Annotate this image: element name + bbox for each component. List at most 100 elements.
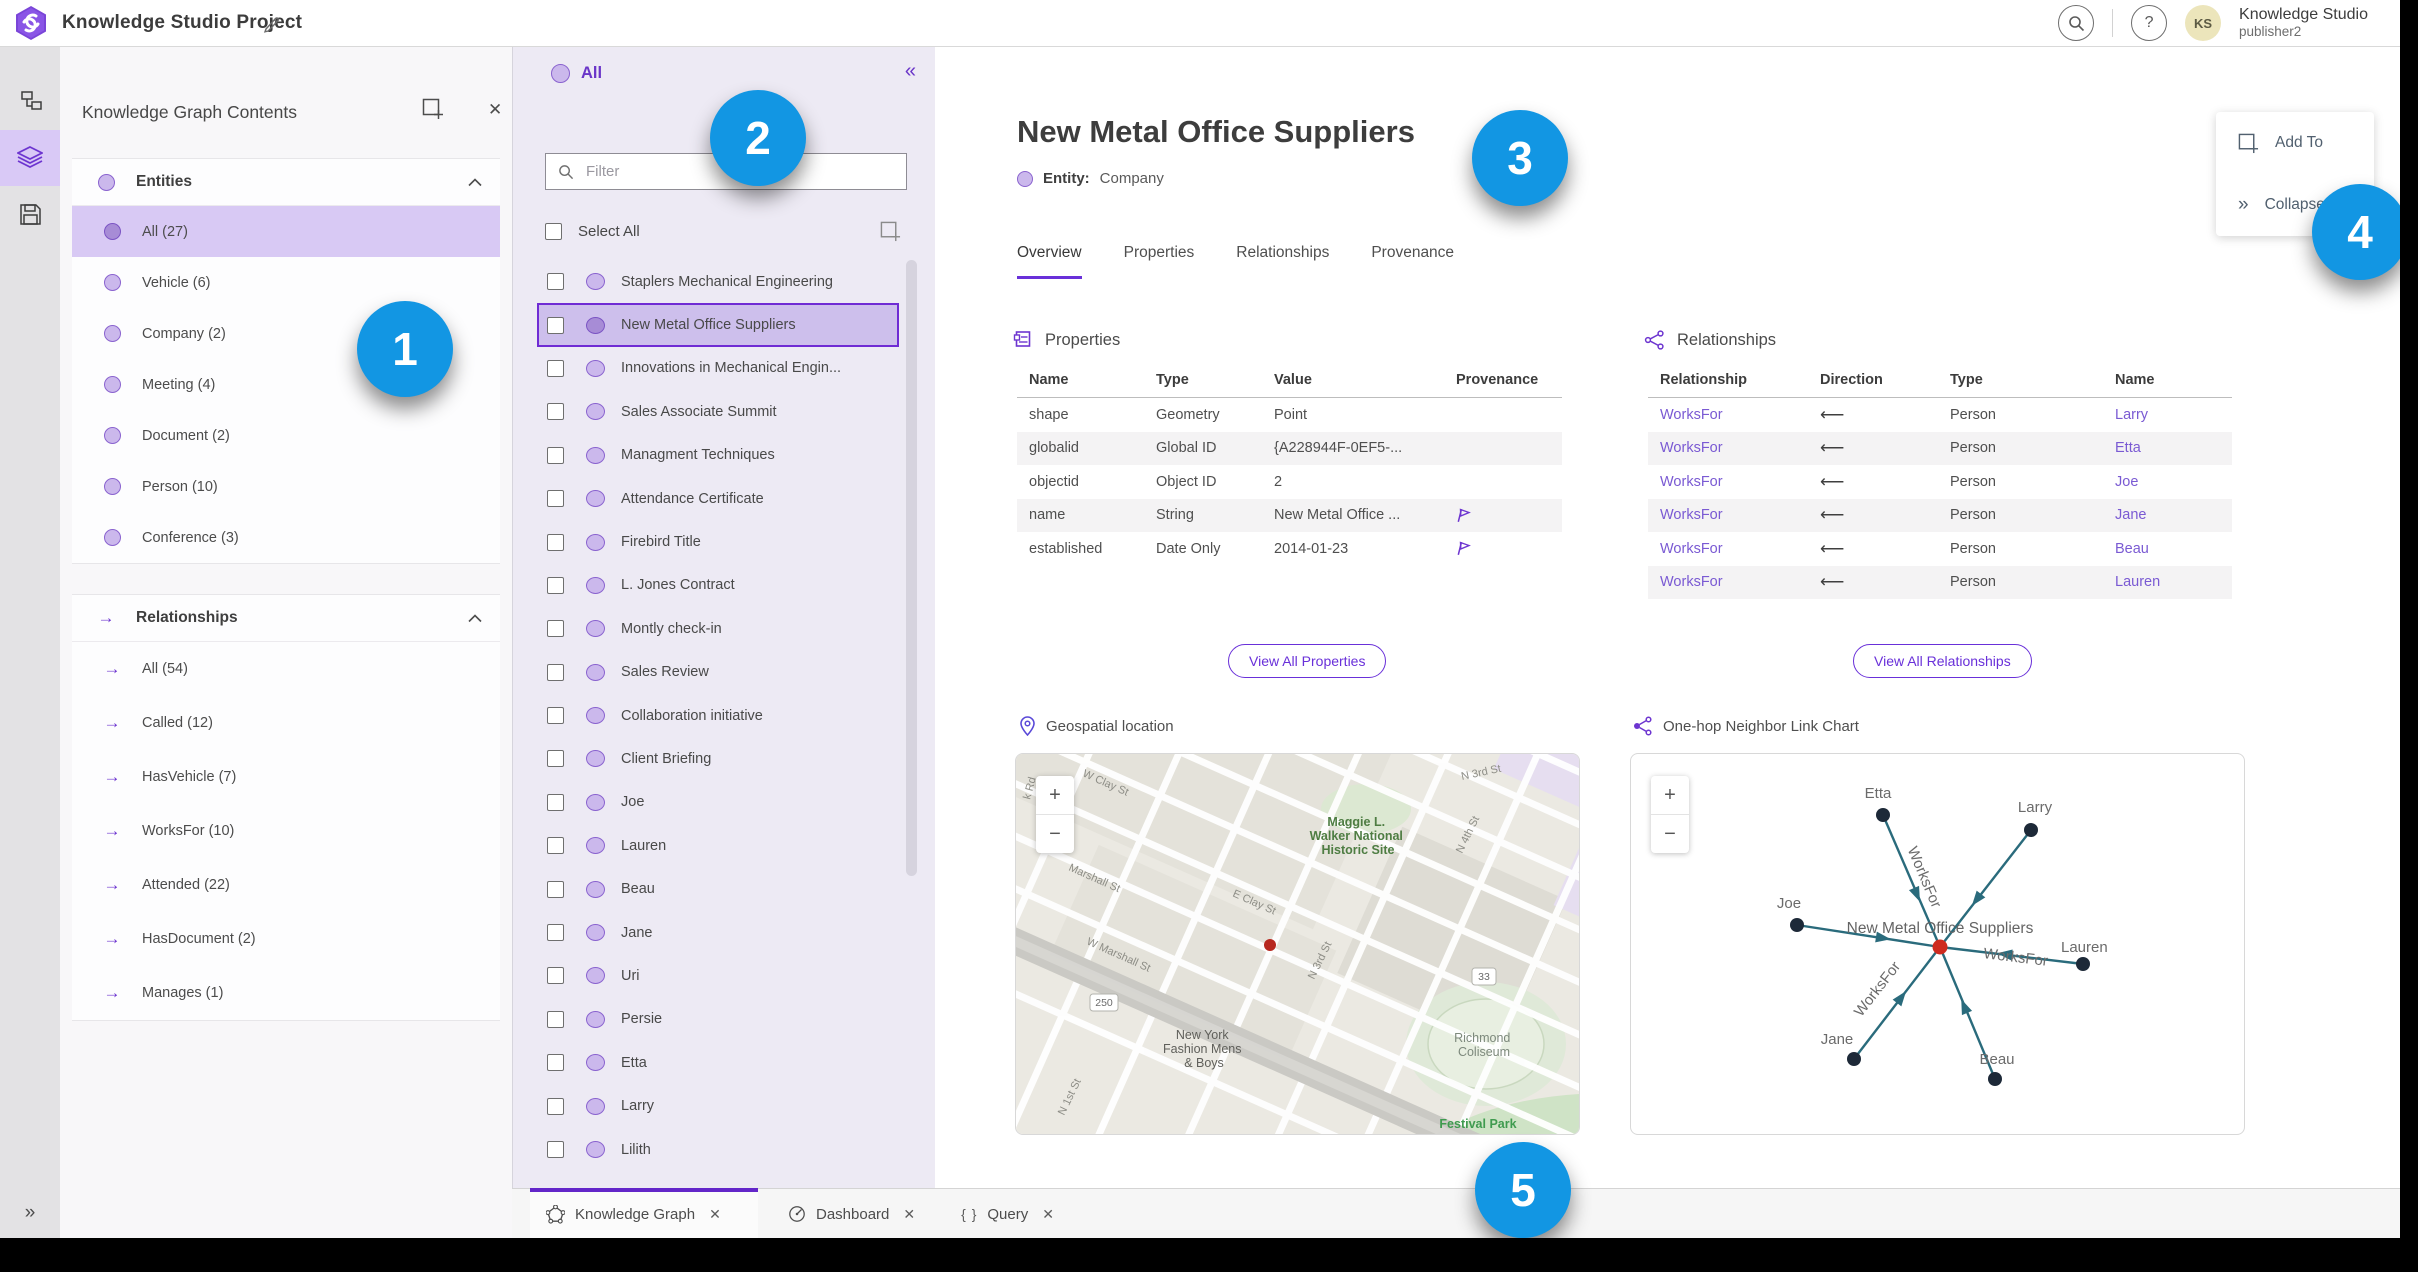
link-chart[interactable]: + − Etta Larry Joe Lauren Jane Beau New … xyxy=(1630,753,2245,1135)
avatar[interactable]: KS xyxy=(2185,5,2222,41)
item-checkbox[interactable] xyxy=(547,924,564,942)
relationship-link[interactable]: WorksFor xyxy=(1660,574,1723,590)
relationship-link[interactable]: WorksFor xyxy=(1660,407,1723,423)
entity-type-item[interactable]: Document (2) xyxy=(72,410,500,461)
edit-title-icon[interactable] xyxy=(262,13,282,33)
relationship-type-item[interactable]: → Attended (22) xyxy=(72,858,500,912)
geospatial-map[interactable]: + − k Rd W Clay St E Clay St Marshall St… xyxy=(1015,753,1580,1135)
item-checkbox[interactable] xyxy=(547,273,564,291)
list-item[interactable]: New Metal Office Suppliers xyxy=(537,303,899,347)
relationship-type-item[interactable]: → WorksFor (10) xyxy=(72,804,500,858)
item-checkbox[interactable] xyxy=(547,1054,564,1072)
node-center-company[interactable] xyxy=(1932,939,1948,955)
user-info[interactable]: Knowledge Studio publisher2 xyxy=(2239,6,2368,40)
tab-provenance[interactable]: Provenance xyxy=(1371,244,1454,279)
zoom-out-button[interactable]: − xyxy=(1036,815,1074,853)
add-to-button[interactable]: Add To xyxy=(2216,112,2374,174)
node-etta[interactable] xyxy=(1876,808,1890,822)
list-item[interactable]: Client Briefing xyxy=(537,737,899,780)
provenance-flag-icon[interactable] xyxy=(1456,540,1471,557)
item-checkbox[interactable] xyxy=(547,750,564,768)
related-entity-link[interactable]: Larry xyxy=(2115,407,2148,423)
contents-tool-button[interactable] xyxy=(0,130,60,186)
tab-properties[interactable]: Properties xyxy=(1124,244,1195,279)
view-all-properties-button[interactable]: View All Properties xyxy=(1228,644,1387,678)
tab-relationships[interactable]: Relationships xyxy=(1236,244,1329,279)
item-checkbox[interactable] xyxy=(547,793,564,811)
item-checkbox[interactable] xyxy=(547,316,564,334)
item-checkbox[interactable] xyxy=(547,1010,564,1028)
list-item[interactable]: Staplers Mechanical Engineering xyxy=(537,260,899,303)
list-item[interactable]: Jane xyxy=(537,911,899,954)
close-tab-icon[interactable]: ✕ xyxy=(709,1206,721,1223)
list-item[interactable]: Larry xyxy=(537,1084,899,1127)
view-all-relationships-button[interactable]: View All Relationships xyxy=(1853,644,2032,678)
relationship-type-item[interactable]: → HasDocument (2) xyxy=(72,912,500,966)
relationship-type-item[interactable]: → HasVehicle (7) xyxy=(72,750,500,804)
related-entity-link[interactable]: Lauren xyxy=(2115,574,2160,590)
entity-type-item[interactable]: All (27) xyxy=(72,206,500,257)
list-item[interactable]: Managment Techniques xyxy=(537,434,899,477)
add-selection-icon[interactable] xyxy=(880,221,901,242)
list-scrollbar[interactable] xyxy=(906,260,917,876)
item-checkbox[interactable] xyxy=(547,359,564,377)
item-checkbox[interactable] xyxy=(547,837,564,855)
close-panel-icon[interactable]: ✕ xyxy=(488,100,502,120)
list-item[interactable]: Sales Associate Summit xyxy=(537,390,899,433)
item-checkbox[interactable] xyxy=(547,403,564,421)
item-checkbox[interactable] xyxy=(547,707,564,725)
item-checkbox[interactable] xyxy=(547,446,564,464)
item-checkbox[interactable] xyxy=(547,1141,564,1158)
list-item[interactable]: Joe xyxy=(537,781,899,824)
item-checkbox[interactable] xyxy=(547,620,564,638)
select-all-checkbox[interactable] xyxy=(545,222,562,240)
entity-type-item[interactable]: Conference (3) xyxy=(72,512,500,563)
zoom-in-button[interactable]: + xyxy=(1036,776,1074,815)
related-entity-link[interactable]: Joe xyxy=(2115,474,2138,490)
item-checkbox[interactable] xyxy=(547,1097,564,1115)
entity-type-item[interactable]: Vehicle (6) xyxy=(72,257,500,308)
save-tool-button[interactable] xyxy=(0,186,60,242)
list-item[interactable]: Firebird Title xyxy=(537,520,899,563)
collapse-panel-icon[interactable]: « xyxy=(905,60,916,83)
relationships-section-header[interactable]: → Relationships xyxy=(72,595,500,642)
relationship-link[interactable]: WorksFor xyxy=(1660,507,1723,523)
relationship-link[interactable]: WorksFor xyxy=(1660,541,1723,557)
item-checkbox[interactable] xyxy=(547,533,564,551)
list-item[interactable]: Etta xyxy=(537,1041,899,1084)
relationship-type-item[interactable]: → All (54) xyxy=(72,642,500,696)
list-item[interactable]: Montly check-in xyxy=(537,607,899,650)
close-tab-icon[interactable]: ✕ xyxy=(1042,1206,1054,1223)
zoom-out-button[interactable]: − xyxy=(1651,815,1689,853)
provenance-flag-icon[interactable] xyxy=(1456,507,1471,524)
related-entity-link[interactable]: Etta xyxy=(2115,440,2141,456)
list-item[interactable]: Collaboration initiative xyxy=(537,694,899,737)
entity-type-item[interactable]: Person (10) xyxy=(72,461,500,512)
expand-rail-button[interactable]: » xyxy=(0,1202,60,1224)
list-item[interactable]: Attendance Certificate xyxy=(537,477,899,520)
list-item[interactable]: Lilith xyxy=(537,1128,899,1171)
list-item[interactable]: Uri xyxy=(537,954,899,997)
list-item[interactable]: Lauren xyxy=(537,824,899,867)
list-item[interactable]: Persie xyxy=(537,998,899,1041)
entities-section-header[interactable]: Entities xyxy=(72,159,500,206)
list-item[interactable]: L. Jones Contract xyxy=(537,564,899,607)
item-checkbox[interactable] xyxy=(547,576,564,594)
relationship-type-item[interactable]: → Called (12) xyxy=(72,696,500,750)
add-to-new-icon[interactable] xyxy=(422,98,444,120)
schema-tool-button[interactable] xyxy=(0,74,60,130)
item-checkbox[interactable] xyxy=(547,490,564,508)
item-checkbox[interactable] xyxy=(547,880,564,898)
list-item[interactable]: Sales Review xyxy=(537,651,899,694)
related-entity-link[interactable]: Jane xyxy=(2115,507,2146,523)
zoom-in-button[interactable]: + xyxy=(1651,776,1689,815)
tab-knowledge-graph[interactable]: Knowledge Graph ✕ xyxy=(530,1188,758,1239)
related-entity-link[interactable]: Beau xyxy=(2115,541,2149,557)
list-item[interactable]: Innovations in Mechanical Engin... xyxy=(537,347,899,390)
search-button[interactable] xyxy=(2058,5,2095,41)
relationship-link[interactable]: WorksFor xyxy=(1660,440,1723,456)
node-beau[interactable] xyxy=(1988,1072,2002,1086)
tab-overview[interactable]: Overview xyxy=(1017,244,1082,279)
node-jane[interactable] xyxy=(1847,1052,1861,1066)
relationship-link[interactable]: WorksFor xyxy=(1660,474,1723,490)
